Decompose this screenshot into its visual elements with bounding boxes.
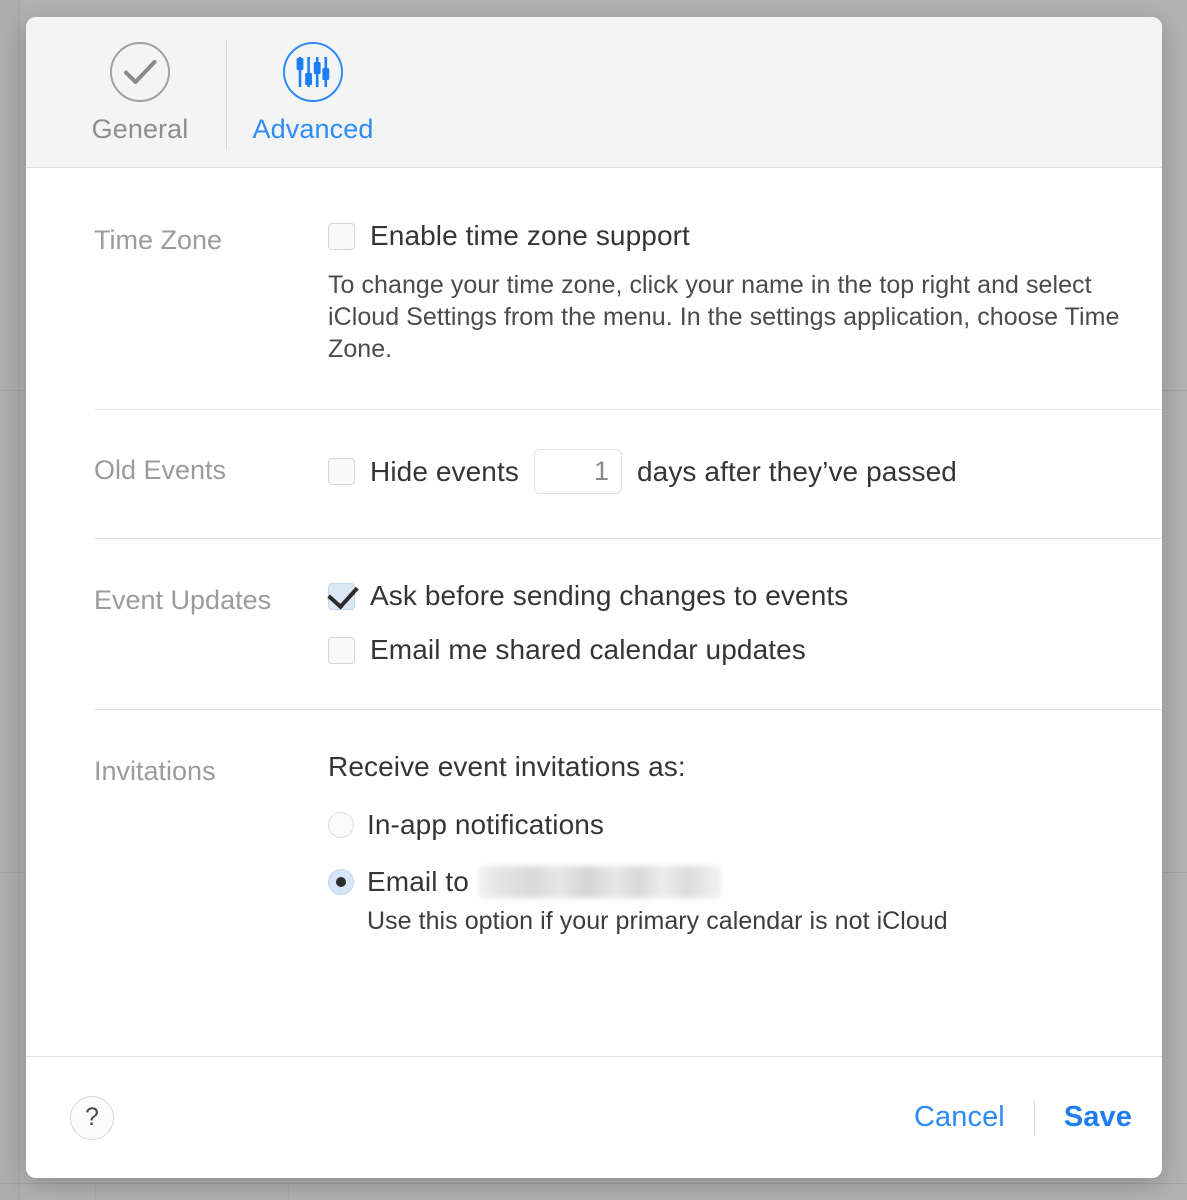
invitations-legend: Receive event invitations as: <box>328 751 686 782</box>
ask-before-sending-changes-checkbox[interactable] <box>328 582 355 610</box>
dialog-content: Time Zone Enable time zone support To ch… <box>26 168 1162 1056</box>
hide-events-suffix-label: days after they’ve passed <box>636 455 957 487</box>
background-rule <box>95 1183 96 1200</box>
email-shared-calendar-updates-label: Email me shared calendar updates <box>370 634 806 665</box>
enable-time-zone-support-label: Enable time zone support <box>370 220 690 251</box>
cancel-button[interactable]: Cancel <box>914 1101 1005 1134</box>
redacted-email-address <box>478 866 721 898</box>
dialog-toolbar: General Advanced <box>26 17 1162 168</box>
enable-time-zone-support-checkbox[interactable] <box>328 222 355 250</box>
toolbar-divider <box>226 40 227 150</box>
tab-general[interactable]: General <box>65 17 215 145</box>
sliders-circle-icon <box>280 39 346 105</box>
section-old-events: Old Events Hide events days after they’v… <box>26 410 1162 538</box>
section-event-updates: Event Updates Ask before sending changes… <box>26 539 1162 709</box>
ask-before-sending-changes-label: Ask before sending changes to events <box>370 580 849 611</box>
invitation-option-email-row[interactable]: Email to <box>328 866 1152 898</box>
hide-events-row[interactable]: Hide events days after they’ve passed <box>328 449 1152 494</box>
tab-general-label: General <box>91 114 189 144</box>
section-label-event-updates: Event Updates <box>94 585 272 615</box>
section-invitations: Invitations Receive event invitations as… <box>26 710 1162 978</box>
invitation-option-email-label: Email to <box>367 866 469 897</box>
hide-events-label: Hide events <box>370 455 519 487</box>
background-rule <box>288 1183 289 1200</box>
enable-time-zone-support-row[interactable]: Enable time zone support <box>328 219 1152 253</box>
background-sidebar-strip <box>0 0 20 1200</box>
email-shared-calendar-updates-row[interactable]: Email me shared calendar updates <box>328 633 1152 667</box>
question-mark-icon: ? <box>85 1103 99 1131</box>
help-button[interactable]: ? <box>70 1095 114 1140</box>
section-label-time-zone: Time Zone <box>94 225 223 255</box>
invitation-option-in-app-label: In-app notifications <box>367 809 605 840</box>
invitation-option-in-app-row[interactable]: In-app notifications <box>328 809 1152 841</box>
email-shared-calendar-updates-checkbox[interactable] <box>328 636 355 664</box>
check-circle-icon <box>107 39 173 105</box>
section-label-old-events: Old Events <box>94 455 227 485</box>
preferences-dialog: General Advanced Time Zone Enable time z… <box>26 17 1162 1178</box>
ask-before-sending-changes-row[interactable]: Ask before sending changes to events <box>328 579 1152 613</box>
hide-events-checkbox[interactable] <box>328 458 355 485</box>
invitations-note: Use this option if your primary calendar… <box>367 907 948 935</box>
footer-button-divider <box>1033 1100 1035 1135</box>
section-time-zone: Time Zone Enable time zone support To ch… <box>26 168 1162 409</box>
invitation-option-email-radio[interactable] <box>328 869 354 895</box>
invitation-option-in-app-radio[interactable] <box>328 812 354 838</box>
background-rule <box>0 1183 1187 1184</box>
section-label-invitations: Invitations <box>94 756 216 786</box>
tab-advanced-label: Advanced <box>252 114 374 144</box>
tab-advanced[interactable]: Advanced <box>238 17 388 145</box>
time-zone-description: To change your time zone, click your nam… <box>328 271 1120 363</box>
save-button[interactable]: Save <box>1064 1101 1134 1134</box>
hide-events-days-input[interactable] <box>533 449 622 494</box>
dialog-footer: ? Cancel Save <box>26 1056 1162 1178</box>
